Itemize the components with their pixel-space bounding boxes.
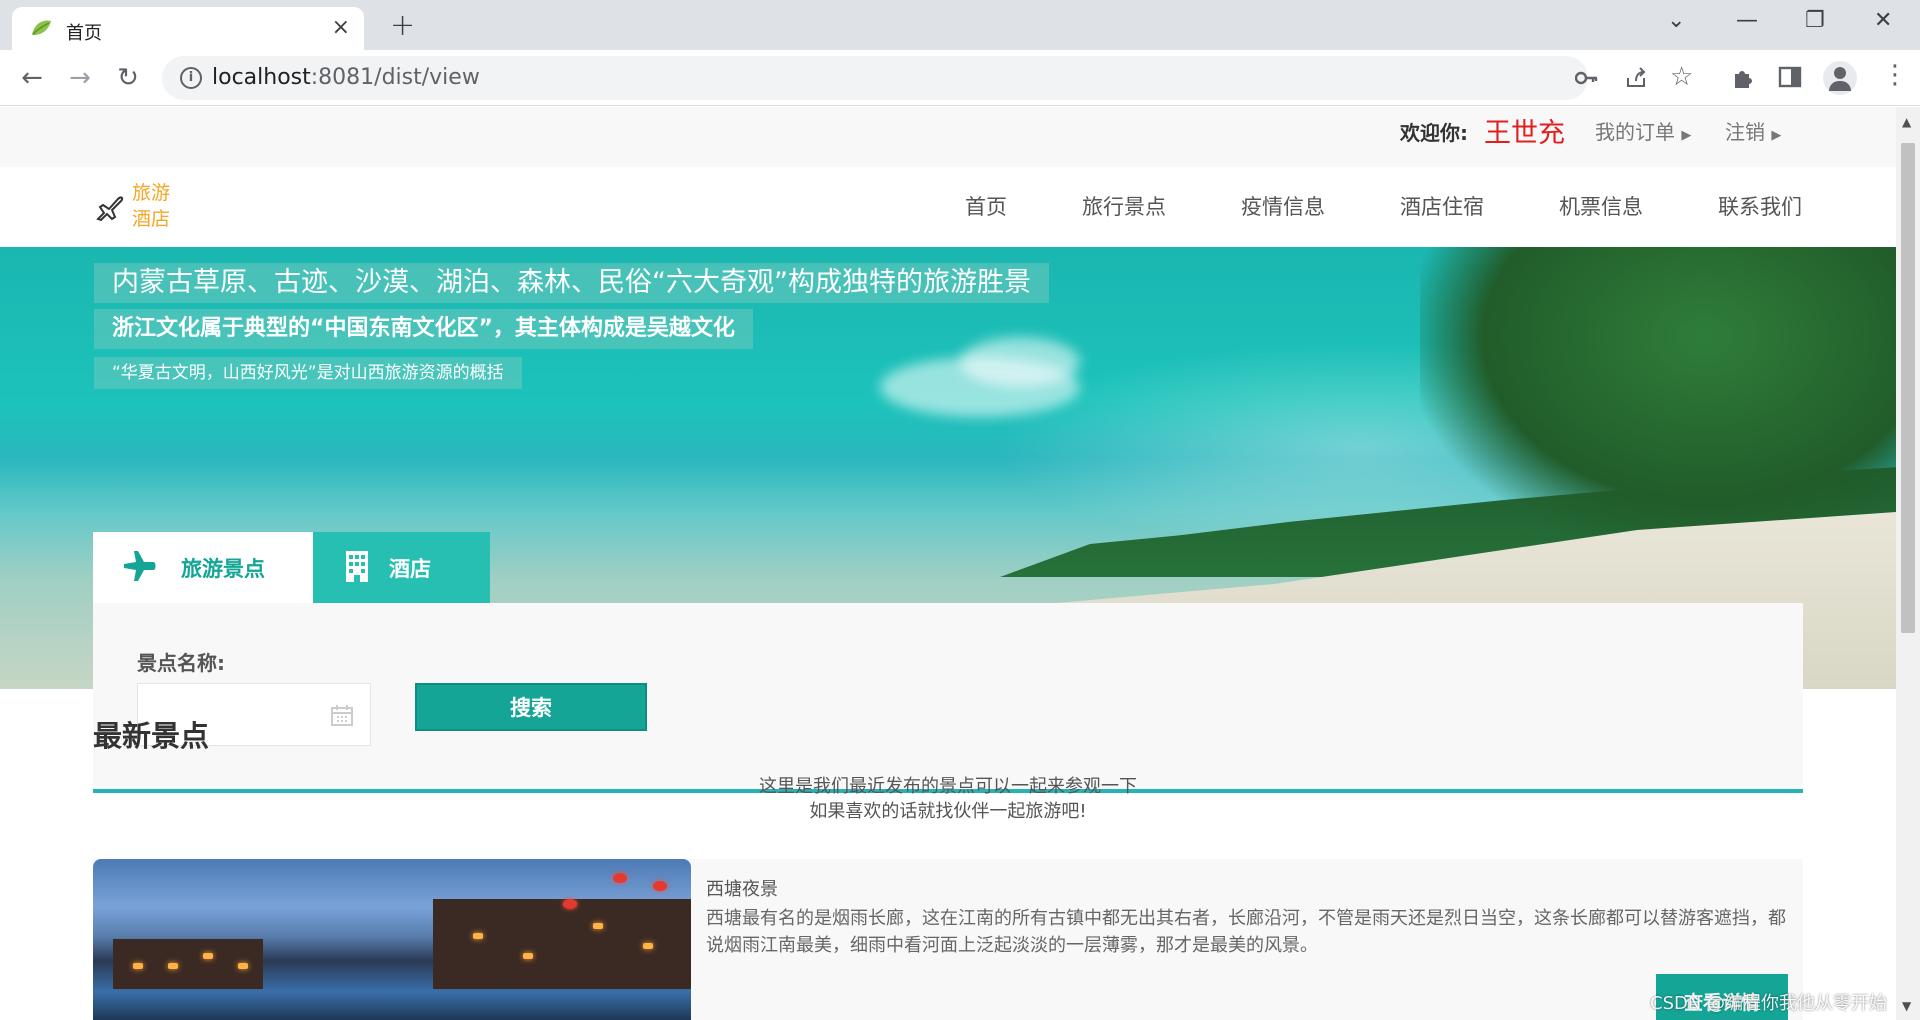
- image-light: [593, 923, 603, 929]
- hero-cloud: [960, 337, 1080, 387]
- minimize-button[interactable]: —: [1736, 8, 1758, 33]
- building-icon: [346, 551, 368, 582]
- browser-toolbar: ← → ↻ i localhost:8081/dist/view ☆ ⋮: [0, 50, 1920, 106]
- search-button[interactable]: 搜索: [415, 683, 647, 731]
- hero-headline: 内蒙古草原、古迹、沙漠、湖泊、森林、民俗“六大奇观”构成独特的旅游胜景: [94, 263, 1049, 303]
- welcome-label: 欢迎你:: [1400, 121, 1468, 145]
- tab-attractions[interactable]: 旅游景点: [93, 532, 313, 603]
- tab-title: 首页: [66, 23, 102, 44]
- latest-subtitle-2: 如果喜欢的话就找伙伴一起旅游吧!: [809, 801, 1087, 822]
- scroll-down-icon[interactable]: ▼: [1902, 999, 1911, 1013]
- attraction-name-label: 景点名称:: [137, 651, 225, 675]
- nav-contact[interactable]: 联系我们: [1718, 191, 1802, 221]
- hero-subheadline: 浙江文化属于典型的“中国东南文化区”，其主体构成是吴越文化: [94, 309, 753, 349]
- nav-attractions[interactable]: 旅行景点: [1082, 191, 1166, 221]
- image-light: [168, 963, 178, 969]
- watermark: CSDN @编程你我他从零开始: [1650, 993, 1888, 1014]
- image-light: [238, 963, 248, 969]
- image-lantern: [653, 881, 667, 891]
- nav-flights[interactable]: 机票信息: [1559, 191, 1643, 221]
- extensions-icon[interactable]: [1731, 66, 1755, 90]
- key-icon[interactable]: [1575, 68, 1599, 88]
- restore-button[interactable]: ❐: [1805, 8, 1825, 33]
- image-light: [473, 933, 483, 939]
- tab-close-icon[interactable]: ×: [332, 15, 350, 40]
- new-tab-button[interactable]: +: [390, 8, 415, 43]
- tab-attractions-label: 旅游景点: [181, 557, 265, 581]
- calendar-icon[interactable]: [330, 704, 354, 726]
- forward-icon[interactable]: →: [62, 60, 98, 96]
- tab-hotel[interactable]: 酒店: [313, 532, 490, 603]
- attraction-card: 西塘夜景 西塘最有名的是烟雨长廊，这在江南的所有古镇中都无出其右者，长廊沿河，不…: [93, 859, 1803, 1020]
- tab-hotel-label: 酒店: [389, 557, 431, 581]
- page-viewport: 欢迎你: 王世充 我的订单 ▶ 注销 ▶ 旅游 酒店 首页 旅行景点 疫情信息 …: [0, 107, 1896, 1020]
- close-window-button[interactable]: ✕: [1874, 8, 1892, 33]
- hero-palm: [1420, 247, 1896, 547]
- nav-hotels[interactable]: 酒店住宿: [1400, 191, 1484, 221]
- browser-tab-strip: 首页 × + ⌄ — ❐ ✕: [0, 0, 1920, 50]
- image-light: [523, 953, 533, 959]
- search-panel: 景点名称: 搜索: [93, 603, 1803, 793]
- info-icon[interactable]: i: [180, 67, 202, 89]
- share-icon[interactable]: [1624, 66, 1648, 90]
- image-light: [203, 953, 213, 959]
- attraction-description: 西塘最有名的是烟雨长廊，这在江南的所有古镇中都无出其右者，长廊沿河，不管是雨天还…: [706, 908, 1786, 956]
- reload-icon[interactable]: ↻: [110, 60, 146, 96]
- profile-icon[interactable]: [1823, 61, 1857, 95]
- menu-icon[interactable]: ⋮: [1882, 60, 1908, 90]
- scroll-up-icon[interactable]: ▲: [1902, 115, 1911, 129]
- logo-text[interactable]: 旅游 酒店: [132, 180, 170, 232]
- url-text[interactable]: localhost:8081/dist/view: [212, 65, 480, 90]
- image-lantern: [613, 873, 627, 883]
- image-light: [133, 963, 143, 969]
- plane-icon: [124, 551, 156, 581]
- image-light: [643, 943, 653, 949]
- image-lantern: [563, 899, 577, 909]
- scrollbar-thumb[interactable]: [1901, 143, 1915, 633]
- attraction-image[interactable]: [93, 859, 691, 1020]
- hero-caption: “华夏古文明，山西好风光”是对山西旅游资源的概括: [94, 357, 522, 389]
- nav-home[interactable]: 首页: [965, 191, 1007, 221]
- latest-subtitle-1: 这里是我们最近发布的景点可以一起来参观一下: [759, 776, 1137, 797]
- star-icon[interactable]: ☆: [1670, 62, 1693, 92]
- tab-search-icon[interactable]: ⌄: [1667, 8, 1685, 33]
- address-bar[interactable]: i localhost:8081/dist/view ☆: [162, 56, 1693, 100]
- caret-right-icon: ▶: [1681, 128, 1692, 143]
- attraction-title[interactable]: 西塘夜景: [706, 875, 778, 901]
- logout-link[interactable]: 注销 ▶: [1725, 116, 1781, 145]
- latest-section-title: 最新景点: [93, 719, 210, 753]
- site-header: 旅游 酒店 首页 旅行景点 疫情信息 酒店住宿 机票信息 联系我们: [0, 167, 1896, 247]
- back-icon[interactable]: ←: [14, 60, 50, 96]
- nav-epidemic[interactable]: 疫情信息: [1241, 191, 1325, 221]
- user-topbar: 欢迎你: 王世充 我的订单 ▶ 注销 ▶: [0, 107, 1896, 167]
- username[interactable]: 王世充: [1484, 111, 1565, 150]
- browser-tab[interactable]: 首页 ×: [12, 7, 364, 50]
- plane-logo-icon[interactable]: [94, 193, 126, 225]
- page-scrollbar[interactable]: ▲ ▼: [1896, 107, 1920, 1020]
- leaf-favicon-icon: [32, 20, 51, 36]
- my-orders-link[interactable]: 我的订单 ▶: [1595, 116, 1691, 145]
- caret-right-icon: ▶: [1771, 128, 1782, 143]
- sidepanel-icon[interactable]: [1778, 66, 1802, 88]
